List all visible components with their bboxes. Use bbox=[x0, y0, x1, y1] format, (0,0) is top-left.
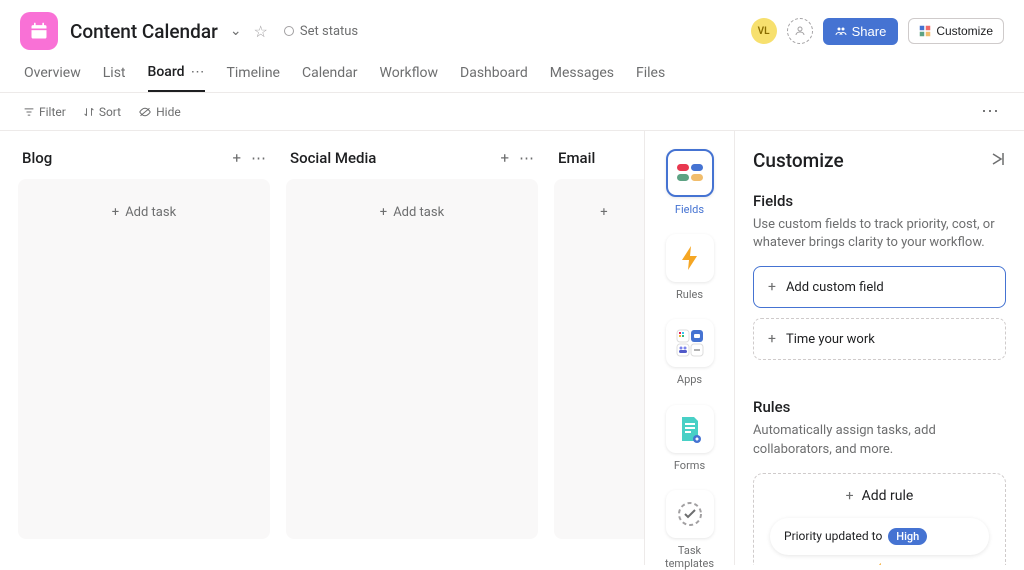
tab-calendar[interactable]: Calendar bbox=[302, 58, 358, 92]
rule-example-prefix: Priority updated to bbox=[784, 529, 882, 543]
plus-icon: + bbox=[768, 331, 776, 347]
customize-panel: Customize Fields Use custom fields to tr… bbox=[734, 131, 1024, 565]
tab-board-more-icon[interactable]: ⋯ bbox=[191, 64, 205, 80]
panel-title: Customize bbox=[753, 149, 844, 172]
share-button[interactable]: Share bbox=[823, 18, 899, 45]
rules-section-title: Rules bbox=[753, 398, 1006, 416]
tab-messages[interactable]: Messages bbox=[550, 58, 614, 92]
set-status-label: Set status bbox=[300, 24, 358, 39]
plus-icon: + bbox=[768, 279, 776, 295]
column-blog: Blog + ⋯ + Add task bbox=[18, 149, 270, 547]
project-icon bbox=[20, 12, 58, 50]
strip-apps[interactable]: Apps bbox=[666, 319, 714, 386]
customize-button[interactable]: Customize bbox=[908, 18, 1004, 44]
rules-section-description: Automatically assign tasks, add collabor… bbox=[753, 422, 1006, 458]
sort-button[interactable]: Sort bbox=[84, 105, 121, 119]
sort-label: Sort bbox=[99, 105, 121, 119]
tab-list[interactable]: List bbox=[103, 58, 126, 92]
plus-icon: + bbox=[600, 205, 607, 220]
strip-label: Rules bbox=[676, 288, 703, 301]
time-your-work-button[interactable]: + Time your work bbox=[753, 318, 1006, 360]
strip-label: Apps bbox=[677, 373, 702, 386]
tab-board[interactable]: Board ⋯ bbox=[148, 58, 205, 92]
project-title: Content Calendar bbox=[70, 20, 218, 43]
rule-card: + Add rule Priority updated to High bbox=[753, 473, 1006, 565]
strip-label: Forms bbox=[674, 459, 705, 472]
tab-timeline[interactable]: Timeline bbox=[227, 58, 280, 92]
filter-label: Filter bbox=[39, 105, 66, 119]
rules-icon bbox=[666, 234, 714, 282]
rule-example[interactable]: Priority updated to High bbox=[770, 518, 989, 555]
set-status-button[interactable]: Set status bbox=[284, 24, 358, 39]
panel-close-icon[interactable] bbox=[990, 151, 1006, 171]
strip-label: Task templates bbox=[653, 544, 726, 570]
filter-button[interactable]: Filter bbox=[24, 105, 66, 119]
tabs: Overview List Board ⋯ Timeline Calendar … bbox=[0, 58, 1024, 93]
tab-overview[interactable]: Overview bbox=[24, 58, 81, 92]
column-social-media: Social Media + ⋯ + Add task bbox=[286, 149, 538, 547]
strip-rules[interactable]: Rules bbox=[666, 234, 714, 301]
fields-section-title: Fields bbox=[753, 192, 1006, 210]
share-label: Share bbox=[852, 24, 887, 39]
column-title: Email bbox=[558, 149, 595, 167]
column-title: Social Media bbox=[290, 149, 376, 167]
task-templates-icon bbox=[666, 490, 714, 538]
add-rule-label: Add rule bbox=[862, 488, 914, 504]
star-icon[interactable]: ☆ bbox=[254, 22, 268, 41]
add-task-label: Add task bbox=[125, 205, 176, 220]
tab-dashboard[interactable]: Dashboard bbox=[460, 58, 528, 92]
customize-strip: Fields Rules Apps bbox=[644, 131, 734, 565]
toolbar-more-button[interactable]: ⋯ bbox=[981, 101, 1000, 122]
add-member-button[interactable] bbox=[787, 18, 813, 44]
forms-icon bbox=[666, 405, 714, 453]
avatar[interactable]: VL bbox=[751, 18, 777, 44]
add-task-button[interactable]: + bbox=[562, 187, 644, 238]
column-title: Blog bbox=[22, 149, 52, 167]
strip-label: Fields bbox=[675, 203, 704, 216]
apps-icon bbox=[666, 319, 714, 367]
add-custom-field-label: Add custom field bbox=[786, 280, 884, 295]
status-circle-icon bbox=[284, 26, 294, 36]
add-task-label: Add task bbox=[393, 205, 444, 220]
tab-files[interactable]: Files bbox=[636, 58, 665, 92]
column-more-icon[interactable]: ⋯ bbox=[251, 149, 266, 167]
board: Blog + ⋯ + Add task Social Media + ⋯ bbox=[0, 131, 644, 565]
fields-section-description: Use custom fields to track priority, cos… bbox=[753, 216, 1006, 252]
customize-label: Customize bbox=[936, 24, 993, 38]
column-add-icon[interactable]: + bbox=[500, 149, 509, 167]
strip-fields[interactable]: Fields bbox=[666, 149, 714, 216]
hide-label: Hide bbox=[156, 105, 181, 119]
add-task-button[interactable]: + Add task bbox=[26, 187, 262, 238]
time-your-work-label: Time your work bbox=[786, 332, 875, 347]
add-task-button[interactable]: + Add task bbox=[294, 187, 530, 238]
tab-board-label: Board bbox=[148, 64, 185, 80]
plus-icon: + bbox=[846, 488, 854, 504]
hide-button[interactable]: Hide bbox=[139, 105, 181, 119]
add-rule-button[interactable]: + Add rule bbox=[770, 488, 989, 518]
strip-forms[interactable]: Forms bbox=[666, 405, 714, 472]
column-more-icon[interactable]: ⋯ bbox=[519, 149, 534, 167]
chevron-down-icon[interactable]: ⌄ bbox=[230, 23, 242, 39]
tab-workflow[interactable]: Workflow bbox=[380, 58, 439, 92]
plus-icon: + bbox=[112, 205, 119, 220]
strip-task-templates[interactable]: Task templates bbox=[653, 490, 726, 570]
fields-icon bbox=[666, 149, 714, 197]
plus-icon: + bbox=[380, 205, 387, 220]
column-email: Email + bbox=[554, 149, 644, 547]
add-custom-field-button[interactable]: + Add custom field bbox=[753, 266, 1006, 308]
priority-badge: High bbox=[888, 528, 927, 545]
column-add-icon[interactable]: + bbox=[232, 149, 241, 167]
